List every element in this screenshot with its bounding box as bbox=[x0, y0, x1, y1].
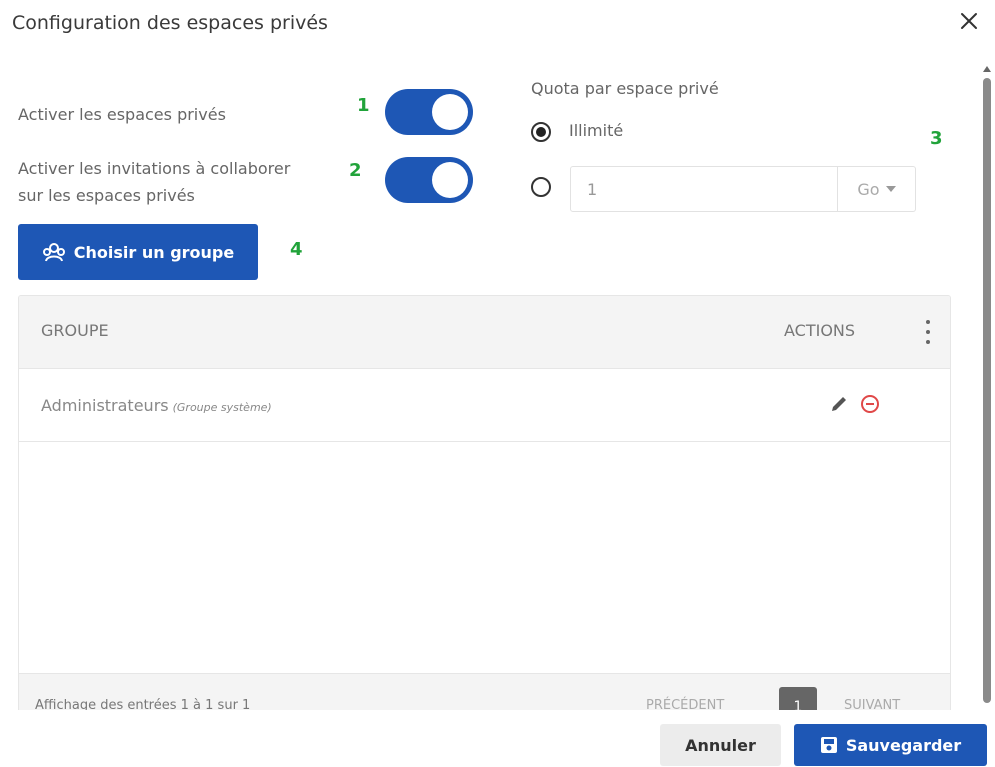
group-icon bbox=[42, 243, 65, 262]
custom-quota-radio[interactable] bbox=[531, 177, 551, 197]
quota-value-input[interactable] bbox=[570, 166, 838, 212]
toggle-knob bbox=[432, 162, 468, 198]
choose-group-button[interactable]: Choisir un groupe bbox=[18, 224, 258, 280]
enable-private-spaces-toggle[interactable] bbox=[385, 89, 473, 135]
scrollbar[interactable] bbox=[982, 66, 992, 706]
column-header-actions: ACTIONS bbox=[784, 321, 856, 340]
unlimited-label: Illimité bbox=[569, 121, 624, 140]
remove-icon[interactable] bbox=[859, 393, 881, 415]
quota-title: Quota par espace privé bbox=[531, 79, 719, 98]
marker-2: 2 bbox=[349, 160, 362, 181]
column-options-button[interactable] bbox=[922, 320, 934, 344]
edit-icon[interactable] bbox=[829, 394, 849, 414]
chevron-down-icon bbox=[885, 186, 896, 192]
save-label: Sauvegarder bbox=[845, 735, 962, 755]
column-header-group[interactable]: GROUPE bbox=[41, 321, 109, 340]
scroll-up-icon[interactable] bbox=[983, 66, 991, 72]
unlimited-radio[interactable] bbox=[531, 122, 551, 142]
save-icon bbox=[820, 737, 837, 753]
quota-unit-select[interactable]: Go bbox=[838, 166, 916, 212]
marker-1: 1 bbox=[357, 95, 370, 116]
quota-unit-value: Go bbox=[857, 179, 880, 199]
enable-invitations-label-line2: sur les espaces privés bbox=[18, 186, 195, 205]
scrollbar-thumb[interactable] bbox=[983, 78, 991, 703]
table-row: Administrateurs (Groupe système) bbox=[19, 369, 950, 442]
dialog-footer: Annuler Sauvegarder bbox=[0, 710, 995, 767]
marker-4: 4 bbox=[290, 239, 303, 260]
toggle-knob bbox=[432, 94, 468, 130]
group-note: (Groupe système) bbox=[172, 401, 272, 414]
save-button[interactable]: Sauvegarder bbox=[794, 724, 987, 766]
group-name-cell: Administrateurs (Groupe système) bbox=[41, 396, 272, 415]
enable-private-spaces-label: Activer les espaces privés bbox=[18, 105, 226, 124]
close-button[interactable] bbox=[954, 6, 984, 36]
table-header: GROUPE ACTIONS bbox=[19, 296, 950, 369]
cancel-button[interactable]: Annuler bbox=[660, 724, 781, 766]
close-icon bbox=[961, 13, 977, 29]
choose-group-label: Choisir un groupe bbox=[73, 242, 235, 262]
enable-invitations-label-line1: Activer les invitations à collaborer bbox=[18, 159, 291, 178]
enable-invitations-toggle[interactable] bbox=[385, 157, 473, 203]
dialog-title: Configuration des espaces privés bbox=[12, 12, 328, 34]
marker-3: 3 bbox=[930, 128, 943, 149]
group-name: Administrateurs bbox=[41, 396, 169, 415]
groups-table: GROUPE ACTIONS Administrateurs (Groupe sy… bbox=[18, 295, 951, 725]
